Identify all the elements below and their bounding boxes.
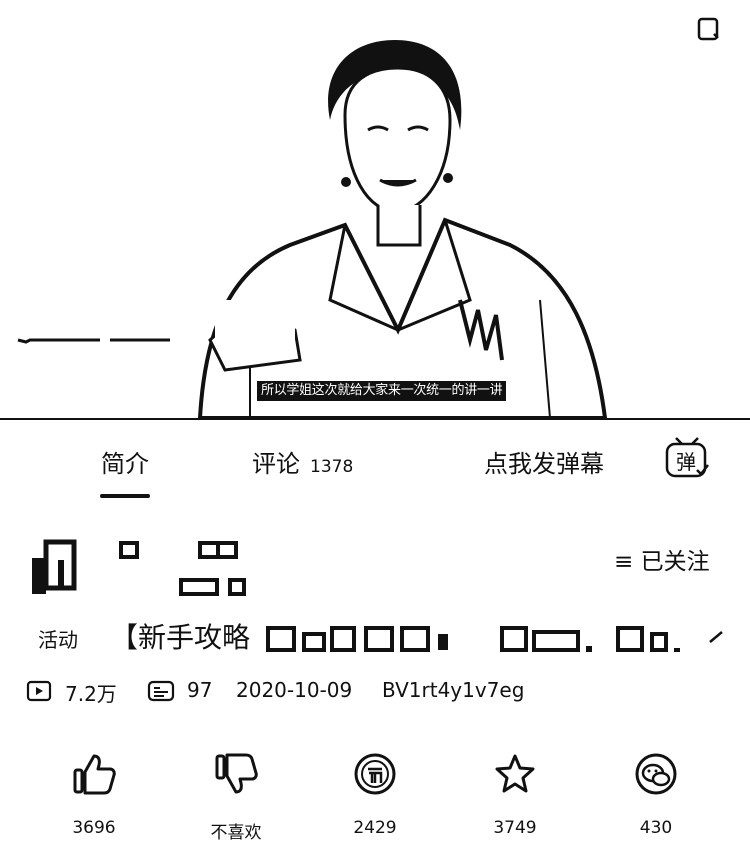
coin-button[interactable]: 2429	[320, 752, 430, 838]
view-count: 7.2万	[65, 682, 117, 706]
danmaku-toggle-label: 弹	[676, 450, 696, 474]
like-button[interactable]: 3696	[39, 752, 149, 838]
tab-comments[interactable]: 评论 1378	[252, 444, 353, 479]
video-progress-bar[interactable]	[0, 418, 750, 420]
share-icon	[635, 753, 677, 795]
tab-comments-label: 评论	[252, 450, 300, 478]
action-bar: 3696 不喜欢 2429 3749 430	[0, 752, 750, 852]
favorite-count: 3749	[493, 818, 537, 838]
danmaku-count-icon	[147, 680, 175, 702]
thumbs-down-icon	[215, 753, 258, 794]
video-stats: 7.2万 97 2020-10-09 BV1rt4y1v7eg	[0, 674, 750, 710]
thumbs-up-icon	[73, 754, 116, 795]
star-icon	[495, 754, 535, 793]
active-tab-indicator	[100, 494, 150, 498]
video-title: 【新手攻略	[110, 621, 251, 654]
video-title-row: 活动 【新手攻略	[0, 610, 750, 660]
bvid: BV1rt4y1v7eg	[382, 678, 525, 702]
tab-bar: 简介 评论 1378 点我发弹幕 弹	[0, 432, 750, 502]
share-count: 430	[639, 818, 673, 838]
event-tag[interactable]: 活动	[38, 624, 78, 653]
author-name[interactable]	[118, 540, 248, 600]
publish-date: 2020-10-09	[236, 678, 353, 702]
coin-icon	[354, 753, 396, 795]
danmaku-count: 97	[187, 678, 213, 702]
dislike-label: 不喜欢	[210, 823, 262, 843]
fullscreen-icon[interactable]	[696, 16, 722, 42]
expand-title-icon[interactable]	[706, 626, 726, 646]
tab-intro[interactable]: 简介	[101, 444, 149, 479]
follow-button[interactable]: ≡ 已关注	[614, 542, 710, 576]
video-player[interactable]: 所以学姐这次就给大家来一次统一的讲一讲	[0, 0, 750, 420]
danmaku-input[interactable]: 点我发弹幕	[484, 444, 604, 479]
danmaku-toggle-icon[interactable]: 弹	[664, 436, 710, 480]
share-button[interactable]: 430	[601, 752, 711, 838]
avatar[interactable]	[28, 538, 82, 596]
coin-count: 2429	[353, 818, 397, 838]
play-count-icon	[26, 680, 52, 702]
dislike-button[interactable]: 不喜欢	[181, 752, 291, 843]
favorite-button[interactable]: 3749	[460, 752, 570, 838]
comments-count: 1378	[310, 457, 354, 477]
author-row: ≡ 已关注	[0, 520, 750, 600]
like-count: 3696	[72, 818, 116, 838]
video-frame	[17, 40, 608, 420]
video-title-obscured	[266, 626, 680, 652]
video-subtitle: 所以学姐这次就给大家来一次统一的讲一讲	[257, 381, 507, 401]
